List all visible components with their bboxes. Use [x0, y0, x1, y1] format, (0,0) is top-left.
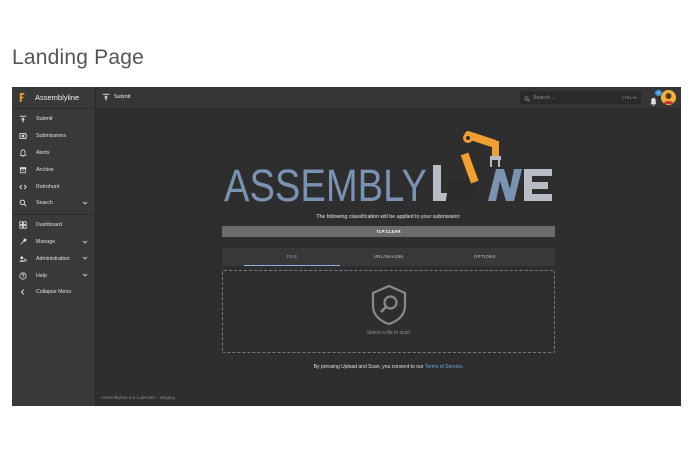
sidebar-item-manage[interactable]: Manage	[12, 234, 95, 251]
submit-page: ASSEMBLY The following classification wi…	[96, 109, 681, 406]
tab-spacer	[222, 248, 244, 266]
submit-tabs: FILE URL/SHA256 OPTIONS	[222, 248, 555, 266]
sidebar-divider	[12, 213, 95, 215]
sidebar-item-label: Submissions	[36, 133, 67, 140]
search-shortcut-hint: CTRL+K	[621, 95, 637, 100]
chevron-down-icon	[82, 255, 88, 261]
dashboard-icon	[18, 221, 27, 230]
sidebar-item-help[interactable]: Help	[12, 267, 95, 284]
version-text: Assemblyline 4.4.1.dev196 :: Staging	[101, 395, 176, 400]
avatar[interactable]	[661, 90, 676, 105]
tab-url-sha256[interactable]: URL/SHA256	[340, 248, 436, 266]
search-input[interactable]	[533, 94, 611, 101]
sidebar: Assemblyline Submit Submissions Alerts A…	[12, 87, 96, 406]
admin-icon	[18, 254, 27, 263]
chevron-down-icon	[82, 200, 88, 206]
sidebar-item-label: Submit	[36, 116, 53, 123]
brand-name: Assemblyline	[35, 93, 80, 102]
sidebar-item-label: Alerts	[36, 149, 50, 156]
consent-text: By pressing Upload and Scan, you consent…	[313, 364, 425, 370]
sidebar-item-retrohunt[interactable]: Retrohunt	[12, 178, 95, 195]
sidebar-item-label: Search	[36, 200, 53, 207]
submissions-icon	[18, 132, 27, 141]
sidebar-item-label: Archive	[36, 166, 54, 173]
sidebar-item-label: Administration	[36, 255, 70, 262]
app-window: Assemblyline Submit Submissions Alerts A…	[12, 87, 681, 406]
terms-consent: By pressing Upload and Scan, you consent…	[222, 364, 555, 370]
notifications-button[interactable]: 0	[649, 90, 662, 106]
chevron-left-icon	[18, 288, 27, 297]
sidebar-item-archive[interactable]: Archive	[12, 161, 95, 178]
tab-spacer	[533, 248, 555, 266]
page-heading: Landing Page	[12, 46, 145, 69]
brand[interactable]: Assemblyline	[12, 87, 95, 109]
sidebar-item-submissions[interactable]: Submissions	[12, 128, 95, 145]
tab-options[interactable]: OPTIONS	[437, 248, 533, 266]
classification-banner[interactable]: TLP:CLEAR	[222, 226, 555, 237]
help-icon	[18, 271, 27, 280]
chevron-down-icon	[82, 239, 88, 245]
chevron-down-icon	[82, 272, 88, 278]
file-search-shield-icon	[370, 284, 408, 326]
breadcrumb: Submit	[102, 93, 131, 101]
assemblyline-logo-icon	[18, 92, 27, 103]
consent-suffix: .	[461, 364, 464, 370]
sidebar-item-label: Collapse Menu	[36, 289, 72, 296]
sidebar-nav: Submit Submissions Alerts Archive Retroh…	[12, 111, 95, 301]
code-icon	[18, 182, 27, 191]
file-dropzone[interactable]: Select a file to scan	[222, 270, 555, 353]
dropzone-label: Select a file to scan	[366, 330, 411, 336]
logo-letter-e	[524, 169, 552, 201]
sidebar-item-collapse-menu[interactable]: Collapse Menu	[12, 284, 95, 301]
sidebar-item-search[interactable]: Search	[12, 195, 95, 212]
tab-file[interactable]: FILE	[244, 248, 341, 266]
terms-of-service-link[interactable]: Terms of Service	[425, 364, 462, 370]
sidebar-item-alerts[interactable]: Alerts	[12, 145, 95, 162]
upload-icon	[102, 93, 110, 101]
sidebar-item-label: Manage	[36, 238, 56, 245]
assemblyline-wordmark: ASSEMBLY	[220, 129, 560, 214]
page-title: Submit	[114, 94, 131, 100]
archive-icon	[18, 165, 27, 174]
sidebar-item-label: Dashboard	[36, 222, 62, 229]
upload-icon	[18, 115, 27, 124]
sidebar-item-administration[interactable]: Administration	[12, 250, 95, 267]
sidebar-item-label: Help	[36, 272, 47, 279]
search-box[interactable]: CTRL+K	[520, 91, 641, 104]
search-icon	[524, 89, 530, 107]
classification-notice: The following classification will be app…	[316, 214, 461, 220]
manage-icon	[18, 237, 27, 246]
search-icon	[18, 199, 27, 208]
logo-letter-n	[488, 169, 522, 201]
sidebar-item-submit[interactable]: Submit	[12, 111, 95, 128]
bell-icon	[18, 148, 27, 157]
logo-text-assembly: ASSEMBLY	[224, 160, 427, 211]
sidebar-item-label: Retrohunt	[36, 183, 60, 190]
topbar: Submit CTRL+K 0	[96, 87, 681, 109]
sidebar-item-dashboard[interactable]: Dashboard	[12, 217, 95, 234]
